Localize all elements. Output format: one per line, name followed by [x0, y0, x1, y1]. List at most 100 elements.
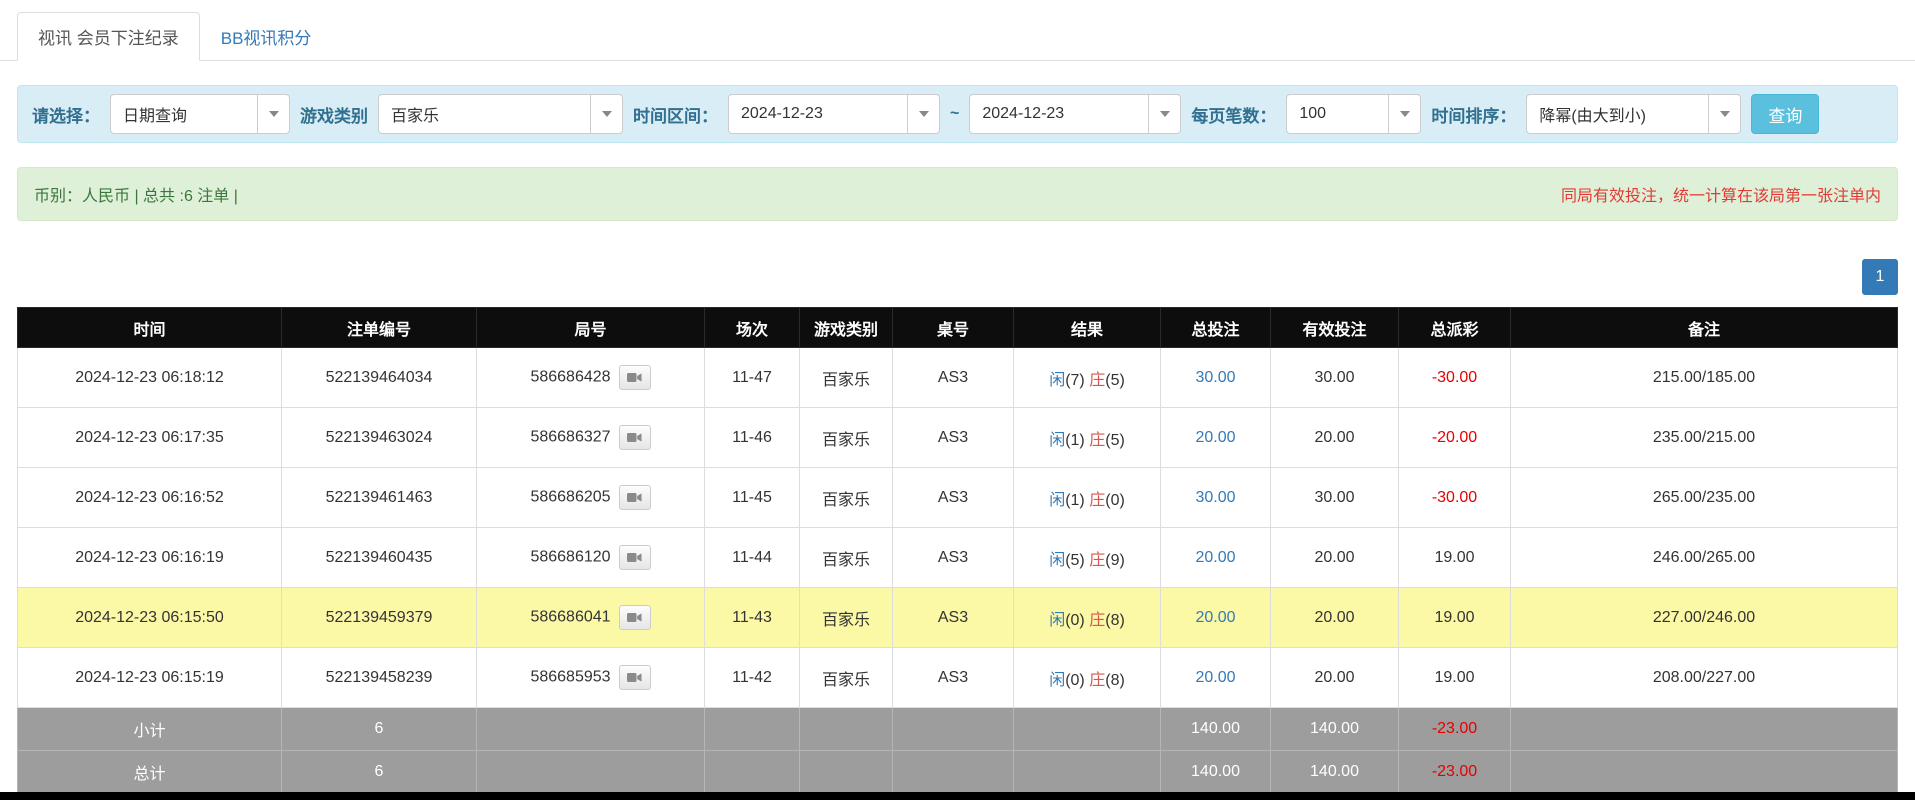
cell-time: 2024-12-23 06:17:35	[18, 408, 282, 468]
result-banker-label: 庄	[1089, 372, 1105, 389]
col-header-table-no: 桌号	[893, 308, 1014, 348]
result-banker-value: (9)	[1105, 552, 1125, 569]
round-id-text: 586686205	[530, 489, 610, 506]
info-bar: 币别：人民币 | 总共 :6 注单 | 同局有效投注，统一计算在该局第一张注单内	[17, 167, 1898, 221]
video-replay-button[interactable]	[619, 605, 651, 630]
col-header-remark: 备注	[1511, 308, 1898, 348]
summary-empty	[705, 708, 800, 751]
cell-valid-bet: 30.00	[1271, 468, 1399, 528]
result-player-label: 闲	[1049, 612, 1065, 629]
summary-label: 小计	[18, 708, 282, 751]
cell-payout: 19.00	[1399, 588, 1511, 648]
round-id-text: 586686041	[530, 609, 610, 626]
page-size-label: 每页笔数：	[1191, 102, 1276, 127]
summary-total-bet: 140.00	[1161, 751, 1271, 794]
result-player-value: (1)	[1065, 432, 1085, 449]
cell-payout: 19.00	[1399, 528, 1511, 588]
chevron-down-icon	[1148, 95, 1180, 133]
cell-round-id: 586686205	[477, 468, 705, 528]
cell-result: 闲(1) 庄(0)	[1014, 468, 1161, 528]
cell-bet-id: 522139458239	[282, 648, 477, 708]
cell-valid-bet: 20.00	[1271, 588, 1399, 648]
table-row: 2024-12-23 06:15:50 522139459379 5866860…	[18, 588, 1898, 648]
date-to-value: 2024-12-23	[982, 105, 1064, 123]
round-id-text: 586686327	[530, 429, 610, 446]
cell-round-id: 586686120	[477, 528, 705, 588]
summary-row: 总计 6 140.00 140.00 -23.00	[18, 751, 1898, 794]
summary-empty	[800, 751, 893, 794]
bet-records-table: 时间 注单编号 局号 场次 游戏类别 桌号 结果 总投注 有效投注 总派彩 备注…	[17, 307, 1898, 794]
cell-time: 2024-12-23 06:16:19	[18, 528, 282, 588]
chevron-down-icon	[257, 95, 289, 133]
cell-total-bet: 30.00	[1161, 348, 1271, 408]
valid-bet-notice-text: 同局有效投注，统一计算在该局第一张注单内	[1561, 182, 1881, 206]
cell-bet-id: 522139463024	[282, 408, 477, 468]
cell-total-bet: 20.00	[1161, 528, 1271, 588]
round-id-text: 586685953	[530, 669, 610, 686]
result-banker-label: 庄	[1089, 492, 1105, 509]
cell-table-no: AS3	[893, 468, 1014, 528]
page-button-1[interactable]: 1	[1862, 259, 1898, 295]
cell-payout: -20.00	[1399, 408, 1511, 468]
result-player-label: 闲	[1049, 372, 1065, 389]
game-type-select[interactable]: 百家乐	[378, 94, 623, 134]
cell-table-no: AS3	[893, 528, 1014, 588]
page-size-select[interactable]: 100	[1286, 94, 1421, 134]
query-type-select[interactable]: 日期查询	[110, 94, 290, 134]
result-banker-value: (5)	[1105, 432, 1125, 449]
video-replay-button[interactable]	[619, 665, 651, 690]
chevron-down-icon	[1708, 95, 1740, 133]
table-header-row: 时间 注单编号 局号 场次 游戏类别 桌号 结果 总投注 有效投注 总派彩 备注	[18, 308, 1898, 348]
table-row: 2024-12-23 06:18:12 522139464034 5866864…	[18, 348, 1898, 408]
cell-valid-bet: 20.00	[1271, 408, 1399, 468]
col-header-total-bet: 总投注	[1161, 308, 1271, 348]
sort-order-select[interactable]: 降幂(由大到小)	[1526, 94, 1741, 134]
result-banker-label: 庄	[1089, 552, 1105, 569]
total-bet-link[interactable]: 30.00	[1195, 369, 1235, 386]
query-button[interactable]: 查询	[1751, 94, 1819, 134]
cell-total-bet: 20.00	[1161, 408, 1271, 468]
video-replay-button[interactable]	[619, 425, 651, 450]
cell-total-bet: 30.00	[1161, 468, 1271, 528]
summary-empty	[705, 751, 800, 794]
col-header-round-id: 局号	[477, 308, 705, 348]
total-bet-link[interactable]: 20.00	[1195, 429, 1235, 446]
cell-remark: 265.00/235.00	[1511, 468, 1898, 528]
video-replay-button[interactable]	[619, 545, 651, 570]
query-type-value: 日期查询	[123, 102, 187, 126]
cell-table-no: AS3	[893, 648, 1014, 708]
date-from-select[interactable]: 2024-12-23	[728, 94, 940, 134]
cell-remark: 246.00/265.00	[1511, 528, 1898, 588]
cell-session: 11-46	[705, 408, 800, 468]
date-to-select[interactable]: 2024-12-23	[969, 94, 1181, 134]
video-camera-icon	[627, 372, 642, 383]
total-bet-link[interactable]: 20.00	[1195, 669, 1235, 686]
summary-empty	[477, 751, 705, 794]
video-camera-icon	[627, 492, 642, 503]
chevron-down-icon	[590, 95, 622, 133]
cell-round-id: 586686428	[477, 348, 705, 408]
cell-table-no: AS3	[893, 408, 1014, 468]
page-size-value: 100	[1299, 105, 1326, 123]
total-bet-link[interactable]: 20.00	[1195, 549, 1235, 566]
cell-remark: 235.00/215.00	[1511, 408, 1898, 468]
pagination: 1	[17, 259, 1898, 295]
summary-empty	[477, 708, 705, 751]
cell-time: 2024-12-23 06:15:19	[18, 648, 282, 708]
video-camera-icon	[627, 672, 642, 683]
video-replay-button[interactable]	[619, 365, 651, 390]
game-type-label: 游戏类别	[300, 102, 368, 127]
cell-session: 11-44	[705, 528, 800, 588]
tab-bb-video-points[interactable]: BB视讯积分	[200, 12, 333, 61]
date-separator: ~	[950, 105, 959, 123]
tab-video-bet-records[interactable]: 视讯 会员下注纪录	[17, 12, 200, 61]
cell-time: 2024-12-23 06:15:50	[18, 588, 282, 648]
summary-empty	[893, 751, 1014, 794]
cell-round-id: 586686327	[477, 408, 705, 468]
tab-bar: 视讯 会员下注纪录 BB视讯积分	[0, 0, 1915, 61]
video-replay-button[interactable]	[619, 485, 651, 510]
result-player-label: 闲	[1049, 492, 1065, 509]
total-bet-link[interactable]: 20.00	[1195, 609, 1235, 626]
result-banker-value: (8)	[1105, 672, 1125, 689]
total-bet-link[interactable]: 30.00	[1195, 489, 1235, 506]
